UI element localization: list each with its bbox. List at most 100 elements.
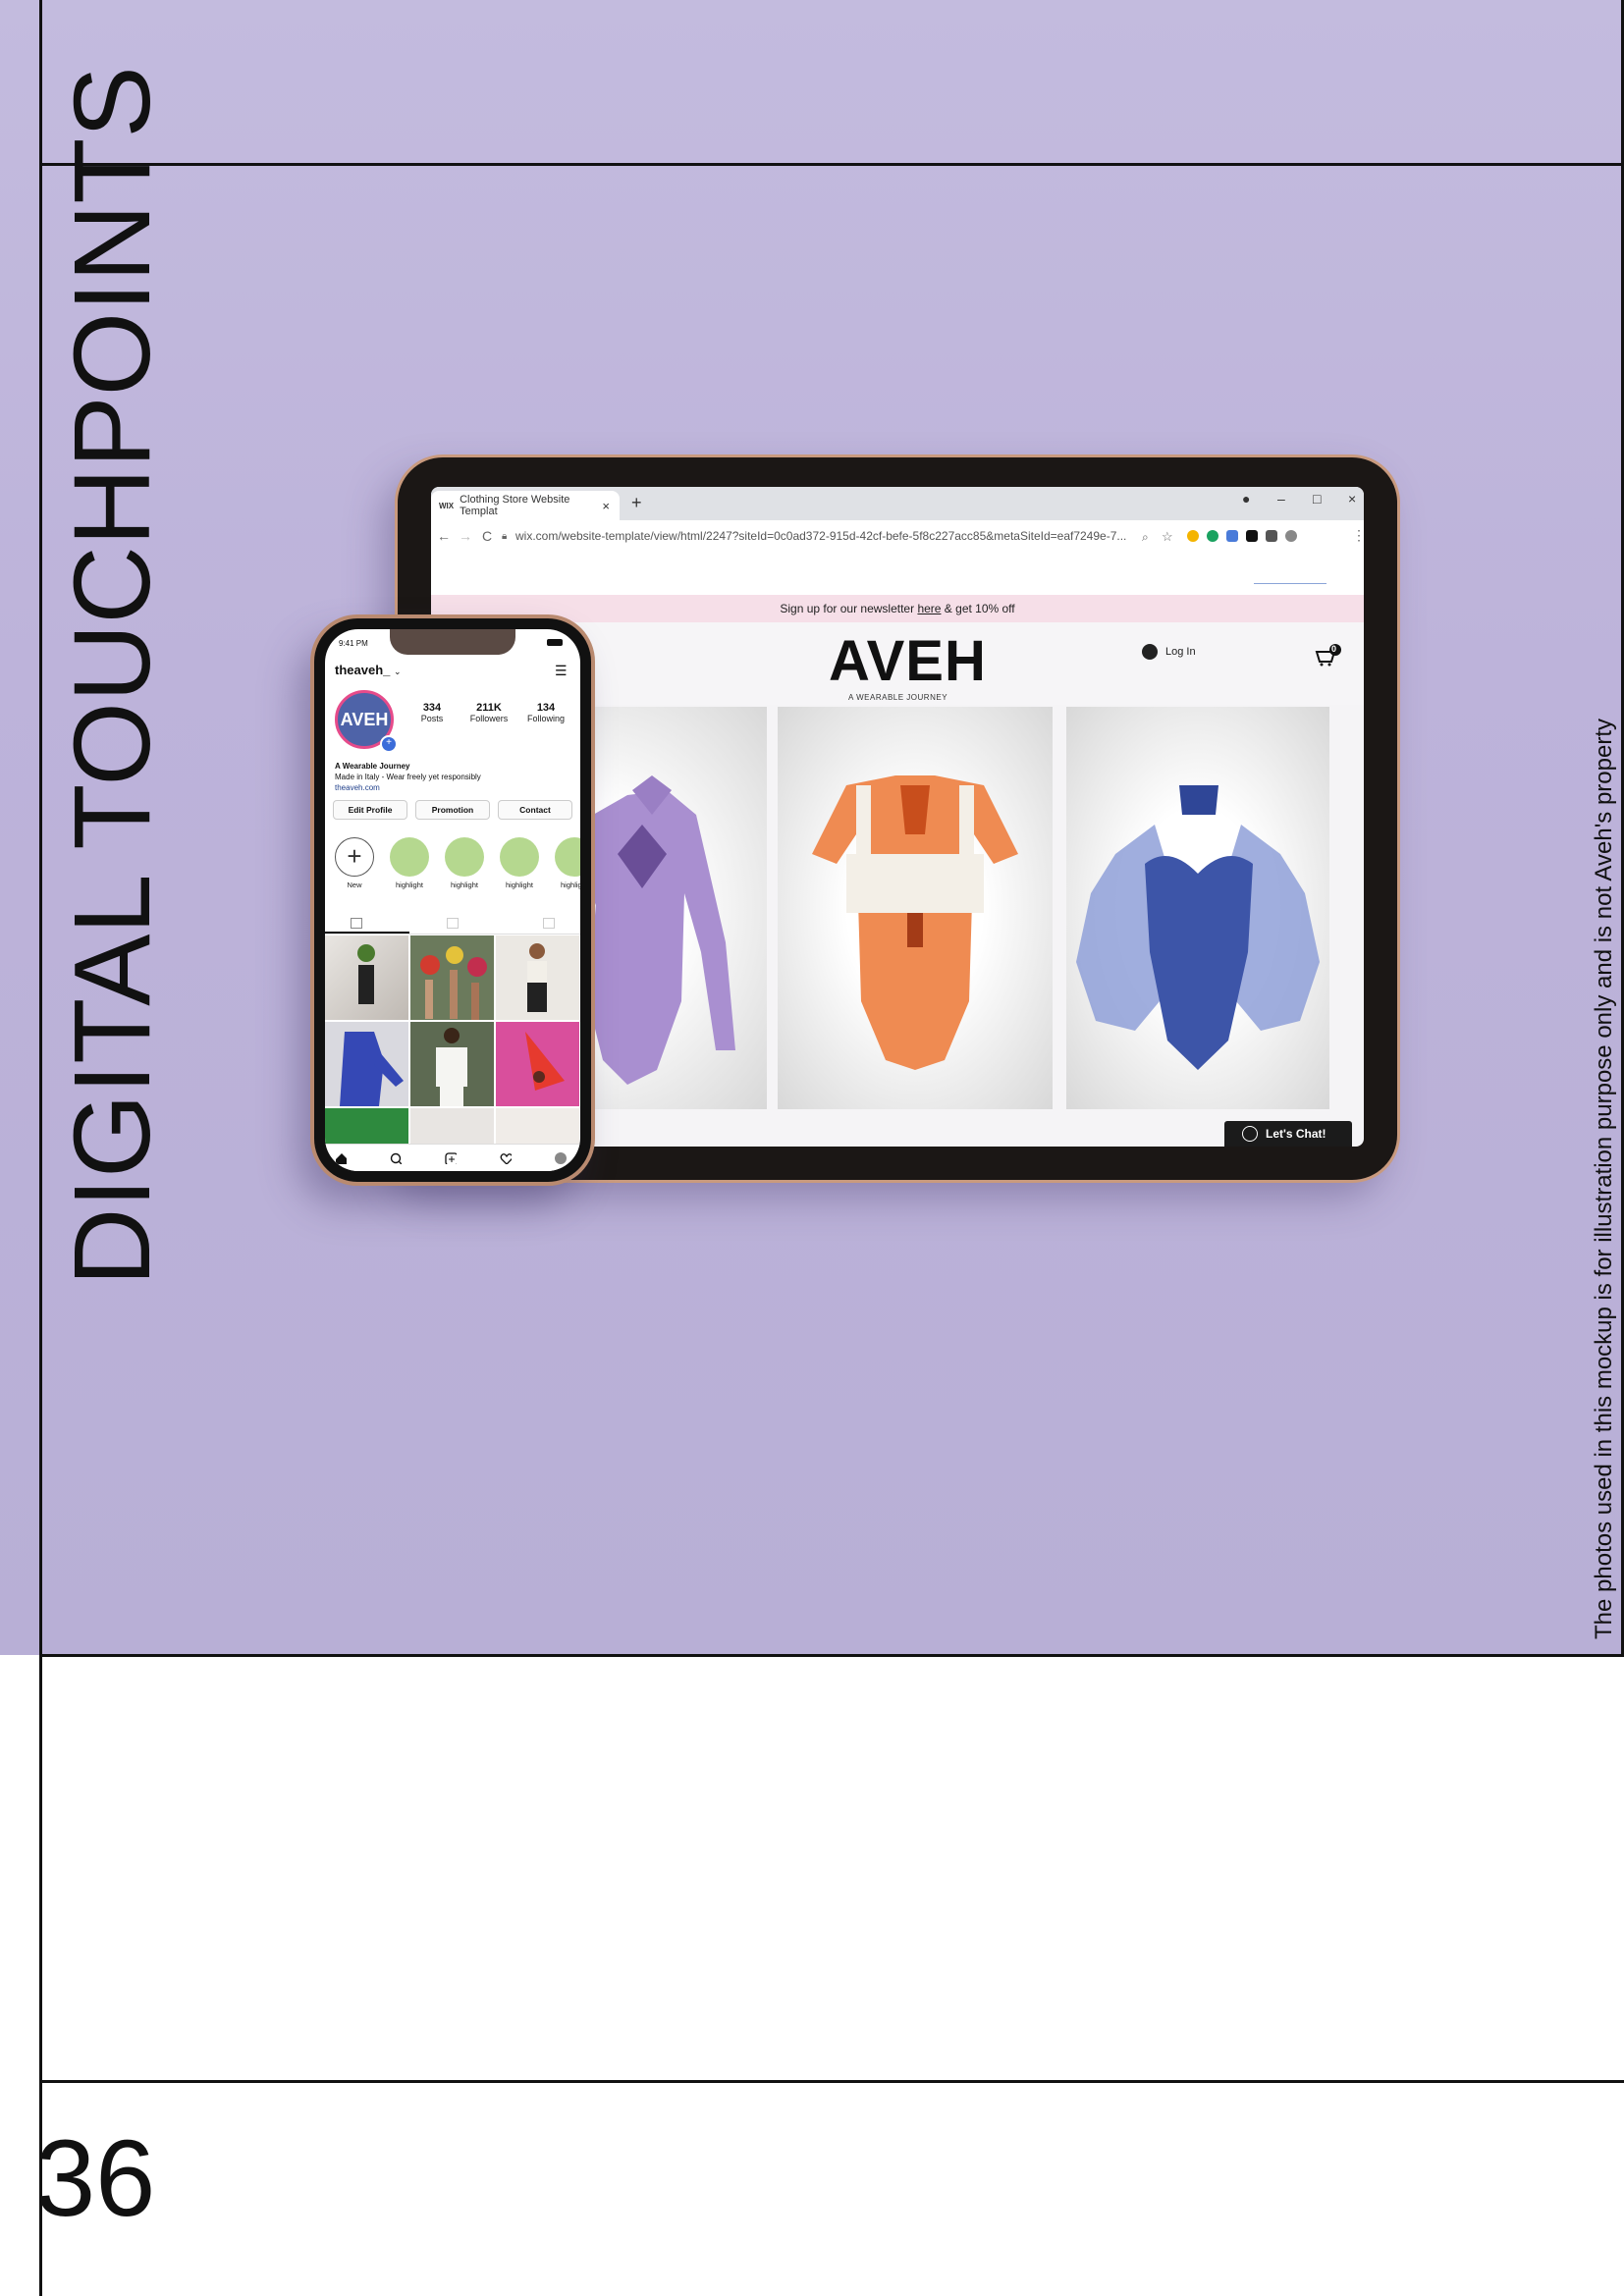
add-post-icon[interactable] <box>445 1152 457 1164</box>
close-tab-icon[interactable]: × <box>602 499 610 513</box>
close-window-icon[interactable]: × <box>1348 491 1356 507</box>
tagged-tab-icon[interactable] <box>543 918 555 929</box>
extension-grammarly-icon[interactable] <box>1207 530 1218 542</box>
post-image <box>525 1032 565 1091</box>
cart-button[interactable]: 0 <box>1315 644 1342 667</box>
post-image <box>420 946 487 1020</box>
following-stat[interactable]: 134 Following <box>521 702 570 723</box>
page-number: 36 <box>35 2118 156 2239</box>
middle-rule <box>40 1654 1624 1657</box>
post-thumbnail[interactable] <box>410 1108 494 1144</box>
contact-button[interactable]: Contact <box>498 800 572 820</box>
heart-icon[interactable] <box>500 1152 512 1164</box>
profile-tabs <box>325 912 580 934</box>
bio-text: Made in Italy - Wear freely yet responsi… <box>335 773 481 781</box>
cart-icon <box>1315 644 1341 667</box>
maximize-icon[interactable]: □ <box>1313 491 1321 507</box>
product-card[interactable] <box>1066 707 1329 1109</box>
highlight-label: highlight <box>506 881 533 889</box>
site-tagline: A WEARABLE JOURNEY <box>848 693 948 702</box>
bio-name: A Wearable Journey <box>335 762 410 771</box>
posts-count: 334 <box>422 702 442 714</box>
post-thumbnail[interactable] <box>325 1108 408 1144</box>
post-thumbnail[interactable] <box>410 935 494 1020</box>
url-field[interactable]: wix.com/website-template/view/html/2247?… <box>515 529 1126 543</box>
followers-count: 211K <box>476 702 502 714</box>
home-icon[interactable] <box>335 1152 347 1164</box>
highlight-circle <box>500 837 539 877</box>
page-title: DIGITAL TOUCHPOINTS <box>52 66 173 1286</box>
phone-screen: 9:41 PM theaveh_ ⌄ ☰ AVEH + 334 Posts 21… <box>325 629 580 1171</box>
back-arrow-icon[interactable]: ← <box>437 528 451 544</box>
browser-tab[interactable]: WIX Clothing Store Website Templat × <box>431 491 620 520</box>
extension-notion-icon[interactable] <box>1246 530 1258 542</box>
minimize-icon[interactable]: – <box>1277 491 1285 507</box>
login-label: Log In <box>1165 646 1196 658</box>
tab-label: Clothing Store Website Templat <box>460 494 570 517</box>
add-story-icon[interactable]: + <box>380 735 398 753</box>
username-text: theaveh_ <box>335 663 391 677</box>
chat-label: Let's Chat! <box>1266 1127 1326 1141</box>
edit-profile-button[interactable]: Edit Profile <box>333 800 407 820</box>
extension-translate-icon[interactable] <box>1226 530 1238 542</box>
post-image <box>340 1032 404 1106</box>
highlight-label: highlight <box>451 881 478 889</box>
lets-chat-button[interactable]: Let's Chat! <box>1224 1121 1352 1147</box>
disclaimer-text: The photos used in this mockup is for il… <box>1591 719 1617 1639</box>
profile-avatar-icon[interactable] <box>555 1152 567 1164</box>
reload-icon[interactable]: C <box>482 528 492 544</box>
highlight-item[interactable]: highlight <box>443 837 486 889</box>
new-tab-button[interactable]: + <box>631 493 642 513</box>
highlight-label: highlight <box>396 881 423 889</box>
highlight-item[interactable]: highlight <box>388 837 431 889</box>
browser-menu-icon[interactable]: ⋮ <box>1352 527 1364 544</box>
highlight-item[interactable]: highlight <box>498 837 541 889</box>
post-image <box>357 944 375 1004</box>
phone-notch <box>390 629 515 655</box>
product-card[interactable] <box>778 707 1053 1109</box>
post-thumbnail[interactable] <box>496 1022 579 1106</box>
profile-icon[interactable]: ● <box>1242 491 1250 507</box>
extensions-puzzle-icon[interactable] <box>1266 530 1277 542</box>
post-thumbnail[interactable] <box>496 1108 579 1144</box>
left-rule <box>39 0 42 2296</box>
bio-link[interactable]: theaveh.com <box>335 783 380 792</box>
posts-stat[interactable]: 334 Posts <box>407 702 457 723</box>
post-image <box>527 943 547 1012</box>
promotion-button[interactable]: Promotion <box>415 800 490 820</box>
post-image <box>436 1028 467 1106</box>
plus-icon: + <box>335 837 374 877</box>
browser-tab-bar: WIX Clothing Store Website Templat × + ●… <box>431 487 1364 520</box>
bookmark-star-icon[interactable]: ☆ <box>1162 529 1173 545</box>
post-thumbnail[interactable] <box>410 1022 494 1106</box>
username-chevron-icon: ⌄ <box>394 667 402 676</box>
extension-check-icon[interactable] <box>1187 530 1199 542</box>
newsletter-link[interactable]: here <box>917 602 941 615</box>
post-thumbnail[interactable] <box>325 1022 408 1106</box>
newsletter-offer: & get 10% off <box>941 602 1015 615</box>
forward-arrow-icon[interactable]: → <box>459 528 472 544</box>
account-icon[interactable] <box>1285 530 1297 542</box>
highlight-circle <box>390 837 429 877</box>
highlight-circle <box>445 837 484 877</box>
instagram-username[interactable]: theaveh_ ⌄ <box>335 663 402 677</box>
search-icon[interactable] <box>390 1152 402 1164</box>
highlight-new[interactable]: + New <box>333 837 376 889</box>
newsletter-text: Sign up for our newsletter <box>780 602 918 615</box>
search-icon[interactable]: ⌕ <box>1142 530 1149 545</box>
bottom-rule <box>40 2080 1624 2083</box>
followers-stat[interactable]: 211K Followers <box>464 702 514 723</box>
grid-tab-icon[interactable] <box>351 918 362 929</box>
followers-label: Followers <box>469 714 509 723</box>
post-thumbnail[interactable] <box>496 935 579 1020</box>
guides-tab-icon[interactable] <box>447 918 459 929</box>
wix-favicon: WIX <box>439 501 455 510</box>
top-accent-line <box>1254 583 1326 584</box>
hamburger-menu-icon[interactable]: ☰ <box>555 663 568 679</box>
status-time: 9:41 PM <box>339 639 368 648</box>
highlight-item[interactable]: highlight <box>553 837 580 889</box>
post-thumbnail[interactable] <box>325 935 408 1020</box>
posts-label: Posts <box>420 714 444 723</box>
login-button[interactable]: Log In <box>1142 644 1196 660</box>
aveh-logo[interactable]: AVEH <box>829 628 987 694</box>
